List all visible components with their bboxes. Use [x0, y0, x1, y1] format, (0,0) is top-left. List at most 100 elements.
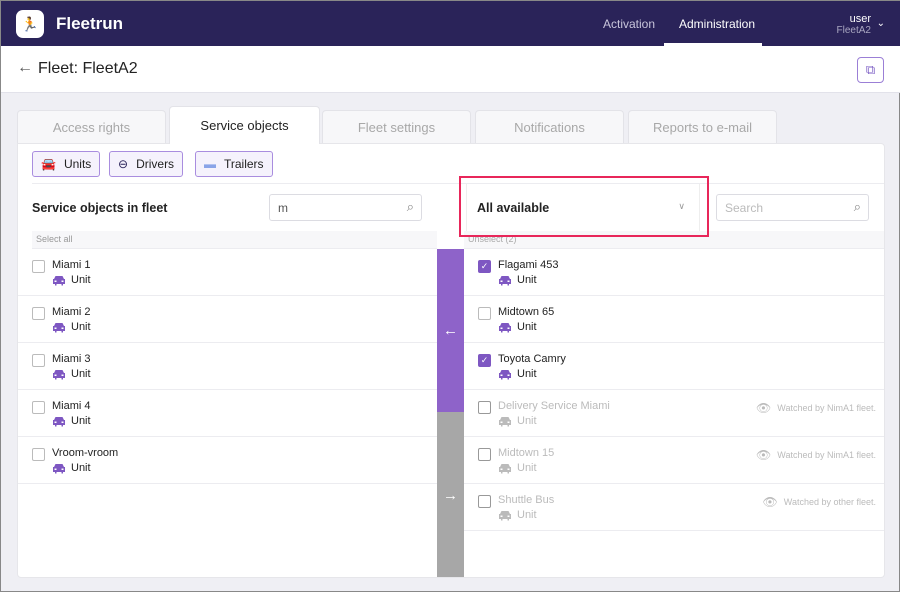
checkbox[interactable] — [478, 495, 491, 508]
list-item[interactable]: Miami 4 Unit — [18, 390, 437, 437]
move-left-button[interactable]: ← — [437, 249, 464, 412]
service-objects-panel: 🚘 Units ⊖ Drivers ▬ Trailers Service object… — [17, 143, 885, 578]
tab-reports-to-email[interactable]: Reports to e-mail — [628, 110, 777, 144]
filter-drivers-button[interactable]: ⊖ Drivers — [109, 151, 184, 177]
transfer-controls: ← → — [437, 249, 464, 577]
type-label: Unit — [517, 321, 537, 333]
type-label: Unit — [517, 415, 537, 427]
top-bar: 🏃 Fleetrun Activation Administration use… — [1, 1, 900, 46]
watched-note: 👁 Watched by NimA1 fleet. — [756, 448, 876, 462]
checkbox[interactable] — [32, 307, 45, 320]
item-type: Unit — [52, 462, 91, 474]
car-icon — [498, 322, 512, 333]
list-item[interactable]: Shuttle Bus Unit 👁 Watched by other fleet… — [464, 484, 884, 531]
checkbox[interactable] — [32, 260, 45, 273]
checkbox[interactable] — [32, 448, 45, 461]
item-name: Toyota Camry — [498, 353, 566, 365]
checkbox[interactable] — [32, 354, 45, 367]
page-header: ← Fleet: FleetA2 ⧉ — [1, 46, 900, 93]
fleet-objects-list: Miami 1 Unit Miami 2 Unit Miami 3 Unit M… — [18, 249, 437, 484]
eye-icon: 👁 — [756, 448, 772, 462]
filter-units-button[interactable]: 🚘 Units — [32, 151, 101, 177]
item-name: Flagami 453 — [498, 259, 559, 271]
car-icon — [52, 322, 66, 333]
item-type: Unit — [52, 368, 91, 380]
fleet-search-input[interactable]: m ⌕ — [269, 194, 422, 221]
note-text: Watched by other fleet. — [783, 497, 876, 507]
item-name: Midtown 65 — [498, 306, 555, 318]
arrow-right-icon: → — [443, 487, 458, 504]
watched-note: 👁 Watched by NimA1 fleet. — [756, 401, 876, 415]
filter-trailers-button[interactable]: ▬ Trailers — [195, 151, 273, 177]
available-search-input[interactable]: Search ⌕ — [716, 194, 869, 221]
filter-label: Trailers — [224, 157, 264, 171]
car-icon — [498, 416, 512, 427]
item-name: Miami 2 — [52, 306, 91, 318]
tab-service-objects[interactable]: Service objects — [169, 106, 320, 144]
arrow-left-icon: ← — [443, 322, 458, 339]
type-label: Unit — [517, 274, 537, 286]
type-label: Unit — [517, 509, 537, 521]
checkbox[interactable] — [478, 448, 491, 461]
item-type: Unit — [52, 415, 91, 427]
select-all-link[interactable]: Select all — [32, 231, 437, 249]
item-name: Miami 4 — [52, 400, 91, 412]
type-label: Unit — [517, 462, 537, 474]
list-item[interactable]: Delivery Service Miami Unit 👁 Watched by … — [464, 390, 884, 437]
user-fleet: FleetA2 — [836, 25, 871, 36]
back-arrow-icon[interactable]: ← — [17, 59, 33, 77]
type-label: Unit — [71, 321, 91, 333]
highlight-box — [459, 176, 709, 237]
move-right-button[interactable]: → — [437, 412, 464, 577]
item-name: Vroom-vroom — [52, 447, 119, 459]
steering-wheel-icon: ⊖ — [118, 157, 129, 171]
watched-note: 👁 Watched by other fleet. — [763, 495, 876, 509]
checkbox[interactable] — [478, 401, 491, 414]
tab-notifications[interactable]: Notifications — [475, 110, 624, 144]
chevron-down-icon[interactable]: ⌄ — [877, 18, 885, 29]
list-item[interactable]: Miami 3 Unit — [18, 343, 437, 390]
item-name: Midtown 15 — [498, 447, 555, 459]
item-type: Unit — [498, 462, 537, 474]
item-name: Shuttle Bus — [498, 494, 555, 506]
list-item[interactable]: Miami 2 Unit — [18, 296, 437, 343]
note-text: Watched by NimA1 fleet. — [777, 450, 876, 460]
car-icon — [52, 463, 66, 474]
copy-button[interactable]: ⧉ — [857, 57, 884, 83]
app-name: Fleetrun — [56, 14, 124, 33]
list-item[interactable]: ✓ Toyota Camry Unit — [464, 343, 884, 390]
item-type: Unit — [498, 274, 537, 286]
type-label: Unit — [71, 274, 91, 286]
fleet-objects-title: Service objects in fleet — [32, 201, 168, 215]
list-item[interactable]: Midtown 65 Unit — [464, 296, 884, 343]
checkbox[interactable]: ✓ — [478, 354, 491, 367]
checkbox[interactable]: ✓ — [478, 260, 491, 273]
user-menu[interactable]: user FleetA2 — [837, 13, 871, 37]
list-item[interactable]: ✓ Flagami 453 Unit — [464, 249, 884, 296]
nav-activation[interactable]: Activation — [603, 17, 655, 31]
list-item[interactable]: Vroom-vroom Unit — [18, 437, 437, 484]
car-icon: 🚘 — [41, 157, 56, 171]
list-item[interactable]: Midtown 15 Unit 👁 Watched by NimA1 fleet. — [464, 437, 884, 484]
checkbox[interactable] — [478, 307, 491, 320]
car-icon — [498, 463, 512, 474]
car-icon — [498, 510, 512, 521]
item-name: Delivery Service Miami — [498, 400, 610, 412]
item-name: Miami 3 — [52, 353, 91, 365]
car-icon — [52, 416, 66, 427]
eye-icon: 👁 — [756, 401, 772, 415]
tab-fleet-settings[interactable]: Fleet settings — [322, 110, 471, 144]
nav-administration[interactable]: Administration — [679, 17, 755, 31]
filter-label: Drivers — [136, 157, 175, 171]
search-icon: ⌕ — [853, 199, 861, 214]
checkbox[interactable] — [32, 401, 45, 414]
tab-access-rights[interactable]: Access rights — [17, 110, 166, 144]
list-item[interactable]: Miami 1 Unit — [18, 249, 437, 296]
trailer-icon: ▬ — [204, 157, 216, 171]
page-title: Fleet: FleetA2 — [38, 60, 138, 77]
car-icon — [52, 275, 66, 286]
user-name: user — [849, 13, 871, 25]
item-type: Unit — [52, 274, 91, 286]
item-type: Unit — [498, 368, 537, 380]
note-text: Watched by NimA1 fleet. — [777, 403, 876, 413]
